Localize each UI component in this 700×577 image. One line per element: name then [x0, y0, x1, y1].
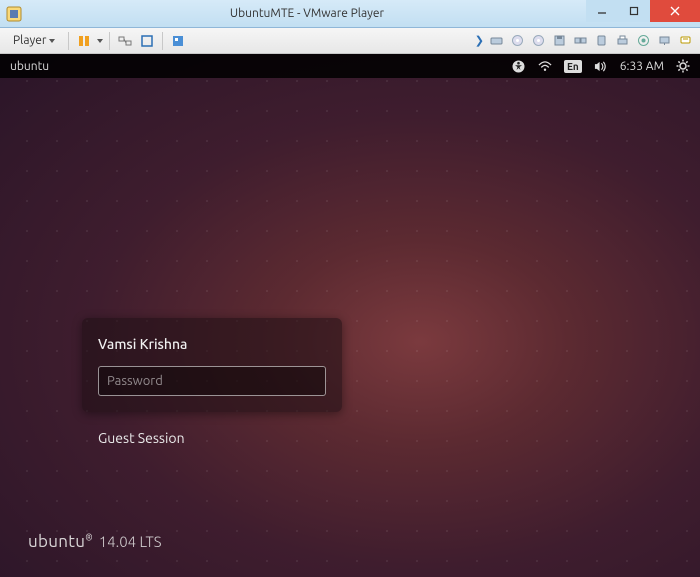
login-panel: Vamsi Krishna: [82, 318, 342, 412]
vmware-app-icon: [6, 6, 22, 22]
wallpaper-dots: [0, 54, 700, 577]
window-title: UbuntuMTE - VMware Player: [28, 7, 586, 20]
toolbar-separator: [162, 32, 163, 50]
registered-mark: ®: [85, 532, 92, 542]
toolbar-separator: [68, 32, 69, 50]
volume-icon[interactable]: [594, 59, 608, 73]
fullscreen-button[interactable]: [138, 32, 156, 50]
guest-session-option[interactable]: Guest Session: [98, 430, 185, 446]
network-icon[interactable]: [538, 59, 552, 73]
dropdown-icon: [49, 39, 55, 43]
player-menu-label: Player: [13, 34, 46, 47]
cd-dvd-icon[interactable]: [508, 32, 526, 50]
display-icon[interactable]: [655, 32, 673, 50]
hard-disk-icon[interactable]: [487, 32, 505, 50]
network-adapter-icon[interactable]: [571, 32, 589, 50]
ubuntu-top-panel: ubuntu En 6:33 AM: [0, 54, 700, 78]
power-dropdown-icon[interactable]: [97, 39, 103, 43]
clock[interactable]: 6:33 AM: [620, 60, 664, 73]
window-controls: [586, 0, 700, 27]
host-window-titlebar: UbuntuMTE - VMware Player: [0, 0, 700, 28]
send-keys-button[interactable]: [116, 32, 134, 50]
accessibility-icon[interactable]: [512, 59, 526, 73]
toolbar-separator: [109, 32, 110, 50]
vmware-toolbar: Player ❯: [0, 28, 700, 54]
brand-version: 14.04 LTS: [99, 533, 162, 550]
system-gear-icon[interactable]: [676, 59, 690, 73]
usb-icon[interactable]: [592, 32, 610, 50]
device-status-icons: ❯: [475, 32, 694, 50]
ubuntu-branding: ubuntu® 14.04 LTS: [28, 532, 162, 551]
message-icon[interactable]: [676, 32, 694, 50]
password-input[interactable]: [98, 366, 326, 396]
printer-icon[interactable]: [613, 32, 631, 50]
selected-username[interactable]: Vamsi Krishna: [98, 336, 326, 352]
maximize-button[interactable]: [618, 0, 650, 22]
minimize-button[interactable]: [586, 0, 618, 22]
floppy-icon[interactable]: [550, 32, 568, 50]
close-button[interactable]: [650, 0, 700, 22]
expand-devices-icon[interactable]: ❯: [475, 34, 484, 47]
pause-button[interactable]: [75, 32, 93, 50]
guest-screen: ubuntu En 6:33 AM Vamsi Krishna Guest Se…: [0, 54, 700, 577]
unity-button[interactable]: [169, 32, 187, 50]
brand-name: ubuntu: [28, 532, 85, 551]
hostname-label: ubuntu: [10, 60, 49, 73]
sound-icon[interactable]: [634, 32, 652, 50]
keyboard-language-badge[interactable]: En: [564, 60, 582, 73]
player-menu-button[interactable]: Player: [6, 31, 62, 50]
cd-dvd-icon-2[interactable]: [529, 32, 547, 50]
